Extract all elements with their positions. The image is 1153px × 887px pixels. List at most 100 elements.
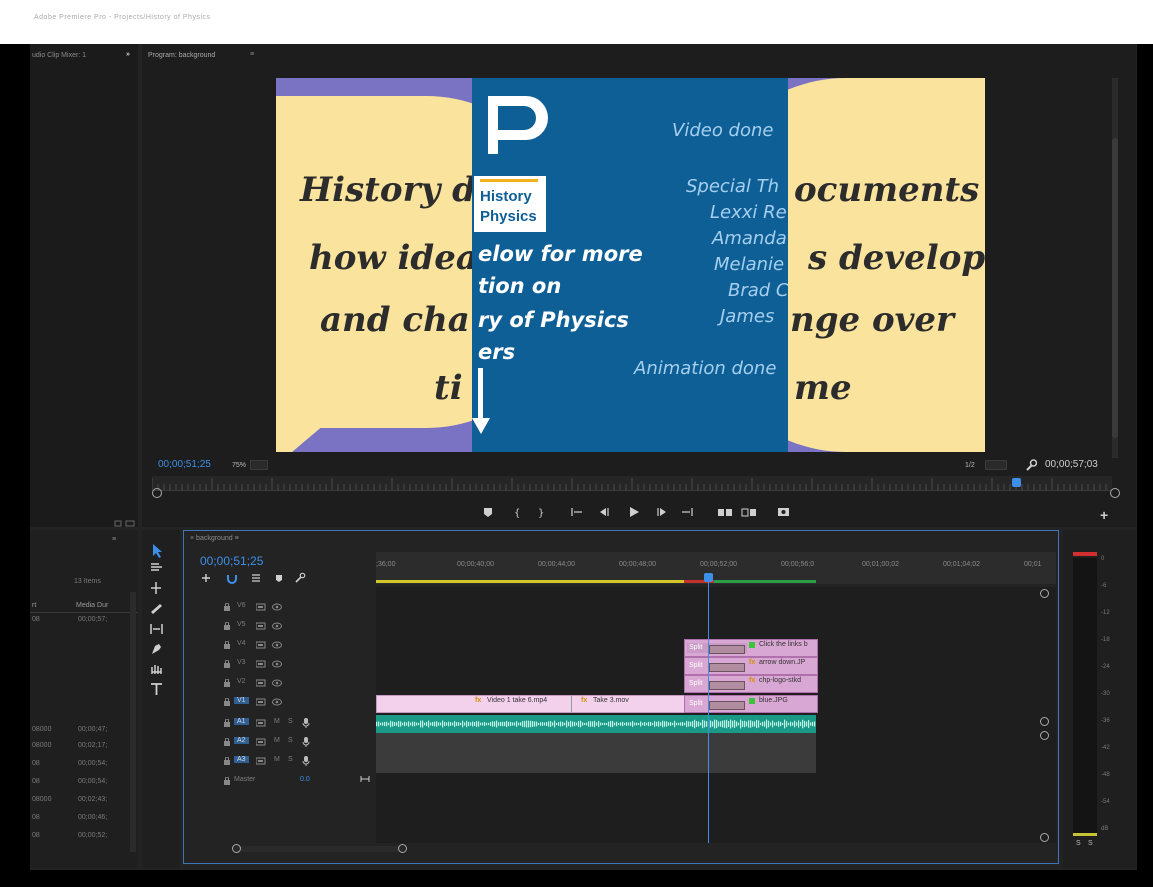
audio-clip-a1[interactable] bbox=[376, 715, 816, 733]
timeline-zoom-handle-left[interactable] bbox=[232, 844, 241, 853]
video-track-header[interactable]: V5 bbox=[224, 620, 374, 638]
go-to-end-icon[interactable] bbox=[360, 775, 370, 785]
eye-icon[interactable] bbox=[272, 622, 282, 632]
track-label[interactable]: A2 bbox=[234, 737, 249, 744]
video-track-header[interactable]: V3 bbox=[224, 658, 374, 676]
track-label[interactable]: V6 bbox=[234, 602, 249, 609]
project-row[interactable]: 08 00;00;54; bbox=[30, 776, 130, 790]
eye-icon[interactable] bbox=[272, 698, 282, 708]
eye-icon[interactable] bbox=[272, 679, 282, 689]
sync-lock-icon[interactable] bbox=[255, 738, 266, 748]
tab-background-sequence[interactable]: × background ≡ bbox=[190, 535, 239, 542]
solo-left-button[interactable]: S bbox=[1076, 840, 1081, 847]
add-button-plus-icon[interactable]: + bbox=[1100, 507, 1108, 523]
mute-button[interactable]: M bbox=[274, 756, 280, 763]
video-track-header[interactable]: V4 bbox=[224, 639, 374, 657]
master-volume-value[interactable]: 0.0 bbox=[300, 776, 310, 783]
column-header-start[interactable]: rt bbox=[32, 602, 36, 609]
project-scrollbar[interactable] bbox=[130, 592, 136, 852]
tab-audio-clip-mixer[interactable]: udio Clip Mixer: 1 bbox=[32, 52, 86, 59]
sync-lock-icon[interactable] bbox=[255, 698, 266, 708]
track-label[interactable]: A1 bbox=[234, 718, 249, 725]
lock-icon[interactable] bbox=[224, 697, 230, 708]
eye-icon[interactable] bbox=[272, 660, 282, 670]
audio-track-header[interactable]: A3 M S bbox=[224, 755, 374, 773]
project-row[interactable]: 08000 00;02;43; bbox=[30, 794, 130, 808]
clip-v2-logo[interactable]: Split fx chp-logo-stkd bbox=[684, 675, 818, 693]
microphone-icon[interactable] bbox=[302, 756, 310, 768]
project-row[interactable]: 08000 00;00;47; bbox=[30, 724, 130, 738]
video-scroll-handle-top[interactable] bbox=[1040, 589, 1049, 598]
track-label[interactable]: V3 bbox=[234, 659, 249, 666]
audio-track-header[interactable]: A2 M S bbox=[224, 736, 374, 754]
track-label[interactable]: V1 bbox=[234, 697, 249, 704]
lock-icon[interactable] bbox=[224, 602, 230, 613]
lock-icon[interactable] bbox=[224, 678, 230, 689]
audio-track-header[interactable]: A1 M S bbox=[224, 717, 374, 735]
project-row[interactable]: 08000 00;02;17; bbox=[30, 740, 130, 754]
clip-v3-arrow[interactable]: Split fx arrow down.JP bbox=[684, 657, 818, 675]
track-label[interactable]: V5 bbox=[234, 621, 249, 628]
ruler-zoom-handle-right[interactable] bbox=[1110, 488, 1120, 498]
solo-button[interactable]: S bbox=[288, 737, 293, 744]
timeline-horizontal-scrollbar[interactable] bbox=[234, 846, 404, 852]
lock-icon[interactable] bbox=[224, 776, 230, 787]
program-time-ruler[interactable] bbox=[151, 476, 1112, 491]
sync-lock-icon[interactable] bbox=[255, 719, 266, 729]
audio-scroll-handle-top[interactable] bbox=[1040, 731, 1049, 740]
project-row[interactable]: 08 00;00;52; bbox=[30, 830, 130, 844]
mute-button[interactable]: M bbox=[274, 718, 280, 725]
lock-icon[interactable] bbox=[224, 718, 230, 729]
track-label[interactable]: A3 bbox=[234, 756, 249, 763]
solo-button[interactable]: S bbox=[288, 756, 293, 763]
sync-lock-icon[interactable] bbox=[255, 679, 266, 689]
sync-lock-icon[interactable] bbox=[255, 641, 266, 651]
track-label[interactable]: V2 bbox=[234, 678, 249, 685]
monitor-scrollbar[interactable] bbox=[1112, 78, 1118, 458]
zoom-level-select[interactable]: 75% bbox=[232, 460, 268, 470]
lock-icon[interactable] bbox=[224, 621, 230, 632]
video-track-header[interactable]: V1 bbox=[224, 696, 374, 714]
close-icon[interactable]: × bbox=[190, 535, 194, 542]
microphone-icon[interactable] bbox=[302, 737, 310, 749]
eye-icon[interactable] bbox=[272, 641, 282, 651]
sync-lock-icon[interactable] bbox=[255, 603, 266, 613]
video-track-header[interactable]: V6 bbox=[224, 601, 374, 619]
sync-lock-icon[interactable] bbox=[255, 757, 266, 767]
clip-v1-video-take6[interactable]: fx Video 1 take 6.mp4 fx Take 3.mov bbox=[376, 695, 686, 713]
solo-button[interactable]: S bbox=[288, 718, 293, 725]
clip-v1-blue[interactable]: Split blue.JPG bbox=[684, 695, 818, 713]
solo-right-button[interactable]: S bbox=[1088, 840, 1093, 847]
ruler-zoom-handle-left[interactable] bbox=[152, 488, 162, 498]
clip-v4-title[interactable]: Split Click the links b bbox=[684, 639, 818, 657]
resolution-select[interactable]: 1/2 bbox=[965, 460, 1007, 470]
panel-overflow-button[interactable]: » bbox=[126, 51, 130, 58]
sync-lock-icon[interactable] bbox=[255, 660, 266, 670]
lock-icon[interactable] bbox=[224, 756, 230, 767]
microphone-icon[interactable] bbox=[302, 718, 310, 730]
timeline-menu-icon[interactable]: ≡ bbox=[235, 535, 239, 542]
project-row[interactable]: 08 00;00;57; bbox=[30, 614, 130, 628]
timeline-zoom-handle-right[interactable] bbox=[398, 844, 407, 853]
sync-lock-icon[interactable] bbox=[255, 622, 266, 632]
mute-button[interactable]: M bbox=[274, 737, 280, 744]
video-track-header[interactable]: V2 bbox=[224, 677, 374, 695]
project-menu-icon[interactable]: ≡ bbox=[112, 536, 116, 543]
lock-icon[interactable] bbox=[224, 659, 230, 670]
wrench-icon[interactable] bbox=[1025, 458, 1038, 471]
program-current-timecode[interactable]: 00;00;51;25 bbox=[158, 459, 211, 470]
timeline-timecode[interactable]: 00;00;51;25 bbox=[200, 554, 263, 568]
master-track-header[interactable]: Master 0.0 bbox=[224, 775, 374, 793]
eye-icon[interactable] bbox=[272, 603, 282, 613]
audio-scroll-handle-bottom[interactable] bbox=[1040, 833, 1049, 842]
project-row[interactable]: 08 00;00;46; bbox=[30, 812, 130, 826]
track-label[interactable]: V4 bbox=[234, 640, 249, 647]
program-menu-icon[interactable]: ≡ bbox=[250, 51, 254, 58]
lock-icon[interactable] bbox=[224, 640, 230, 651]
lock-icon[interactable] bbox=[224, 737, 230, 748]
video-scroll-handle-bottom[interactable] bbox=[1040, 717, 1049, 726]
tab-program-monitor[interactable]: Program: background bbox=[148, 52, 215, 59]
project-row[interactable]: 08 00;00;54; bbox=[30, 758, 130, 772]
column-header-media-duration[interactable]: Media Dur bbox=[76, 602, 108, 609]
program-playhead[interactable] bbox=[1012, 478, 1021, 487]
